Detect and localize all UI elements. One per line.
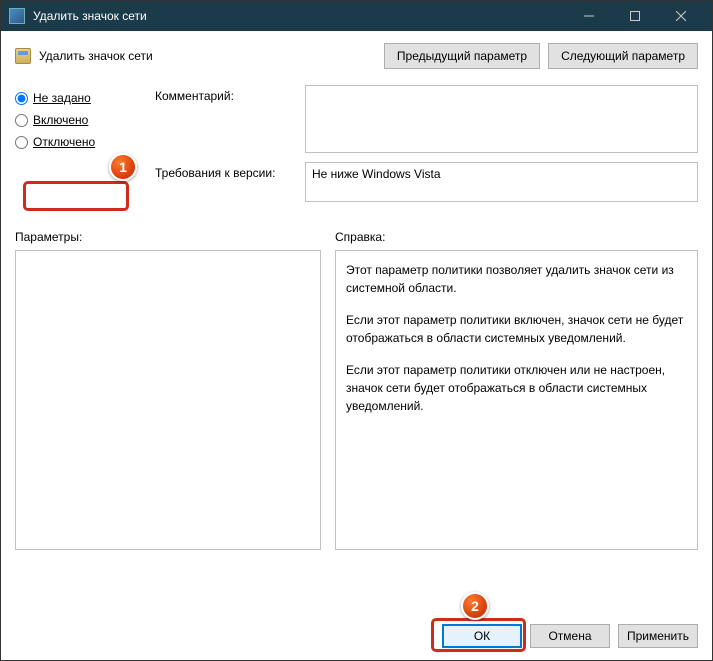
policy-title: Удалить значок сети	[39, 49, 376, 63]
requirements-box: Не ниже Windows Vista	[305, 162, 698, 202]
params-label: Параметры:	[15, 230, 335, 244]
previous-setting-button[interactable]: Предыдущий параметр	[384, 43, 540, 69]
comment-textarea[interactable]	[305, 85, 698, 153]
section-labels: Параметры: Справка:	[15, 230, 698, 244]
radio-enabled-input[interactable]	[15, 114, 28, 127]
radio-not-configured-input[interactable]	[15, 92, 28, 105]
policy-editor-window: Удалить значок сети Удалить значок сети …	[0, 0, 713, 661]
panels-row: Этот параметр политики позволяет удалить…	[15, 250, 698, 550]
app-icon	[9, 8, 25, 24]
maximize-button[interactable]	[612, 1, 658, 31]
policy-icon	[15, 48, 31, 64]
apply-button[interactable]: Применить	[618, 624, 698, 648]
annotation-badge-2: 2	[461, 592, 489, 620]
requirements-row: Требования к версии: Не ниже Windows Vis…	[15, 162, 698, 202]
close-button[interactable]	[658, 1, 704, 31]
help-paragraph-2: Если этот параметр политики включен, зна…	[346, 311, 687, 347]
help-paragraph-1: Этот параметр политики позволяет удалить…	[346, 261, 687, 297]
title-bar: Удалить значок сети	[1, 1, 712, 31]
ok-button[interactable]: ОК	[442, 624, 522, 648]
radio-enabled[interactable]: Включено	[15, 109, 155, 131]
dialog-buttons: ОК Отмена Применить	[442, 624, 698, 648]
radio-disabled-label[interactable]: Отключено	[33, 135, 95, 149]
minimize-button[interactable]	[566, 1, 612, 31]
cancel-button[interactable]: Отмена	[530, 624, 610, 648]
help-label: Справка:	[335, 230, 385, 244]
config-row: Не задано Включено Отключено Комментарий…	[15, 85, 698, 156]
radio-not-configured[interactable]: Не задано	[15, 87, 155, 109]
help-panel: Этот параметр политики позволяет удалить…	[335, 250, 698, 550]
radio-disabled[interactable]: Отключено	[15, 131, 155, 153]
radio-enabled-label[interactable]: Включено	[33, 113, 88, 127]
next-setting-button[interactable]: Следующий параметр	[548, 43, 698, 69]
requirements-text: Не ниже Windows Vista	[312, 167, 441, 181]
help-paragraph-3: Если этот параметр политики отключен или…	[346, 361, 687, 415]
params-panel	[15, 250, 321, 550]
radio-not-configured-label[interactable]: Не задано	[33, 91, 91, 105]
content-area: Удалить значок сети Предыдущий параметр …	[1, 31, 712, 562]
header-row: Удалить значок сети Предыдущий параметр …	[15, 43, 698, 69]
comment-label: Комментарий:	[155, 85, 305, 103]
requirements-label: Требования к версии:	[155, 162, 305, 180]
radio-column: Не задано Включено Отключено	[15, 85, 155, 153]
radio-disabled-input[interactable]	[15, 136, 28, 149]
window-title: Удалить значок сети	[33, 9, 566, 23]
window-controls	[566, 1, 704, 31]
